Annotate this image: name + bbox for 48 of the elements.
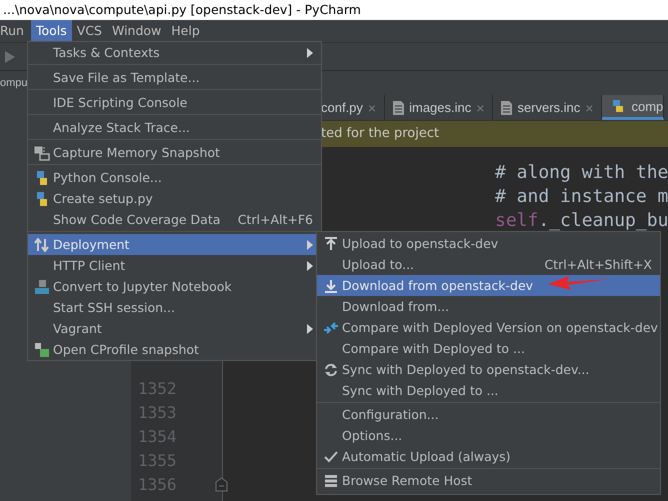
code-line: self._cleanup_bu [495,209,668,233]
menu-bar-item[interactable]: Window [106,20,166,42]
python-icon [34,170,50,186]
upload-icon [324,236,338,250]
download-icon [324,278,338,292]
menu-item[interactable]: Download from openstack-dev [317,275,660,296]
menu-bar-item[interactable]: Tools [30,20,72,42]
checkmark-icon [324,450,338,462]
notification-text: ted for the project [321,126,440,141]
menu-item[interactable]: Download from... [317,296,660,317]
python-icon [34,190,50,206]
menu-item[interactable]: Create setup.py [28,188,321,209]
run-icon[interactable] [4,50,16,64]
menu-item[interactable]: Analyze Stack Trace... [28,117,321,138]
menu-bar-item[interactable]: Help [166,20,205,42]
menu-item[interactable]: Sync with Deployed to openstack-dev... [317,359,660,380]
menu-bar-item[interactable]: Run [0,20,29,42]
notebook-icon [34,278,50,294]
server-icon [324,474,338,488]
menu-item[interactable]: Upload to... Ctrl+Alt+Shift+X [317,254,660,275]
editor-tab[interactable]: images.inc × [385,95,494,120]
menu-item[interactable]: IDE Scripting Console [28,92,321,113]
code-line: # along with the [495,161,668,185]
compare-icon [323,320,339,336]
menu-item[interactable]: Browse Remote Host [317,470,660,491]
arrow-annotation [547,273,611,291]
file-icon [501,100,512,114]
memory-icon [34,144,50,160]
menu-item[interactable]: Save File as Template... [28,67,321,88]
menu-item[interactable]: Configuration... [317,404,660,425]
menu-item[interactable]: Automatic Upload (always) [317,446,660,467]
profile-icon [34,342,50,358]
up-down-arrows-icon [34,238,50,252]
editor-tab[interactable]: comp [602,95,664,120]
code-line: # and instance m [495,185,668,209]
file-icon [393,100,404,114]
window-title: ...\nova\nova\compute\api.py [openstack-dev] - PyCharm [3,2,361,17]
menu-item[interactable]: Show Code Coverage Data Ctrl+Alt+F6 [28,209,321,230]
menu-item[interactable]: Capture Memory Snapshot [28,142,321,163]
menu-item[interactable]: Python Console... [28,167,321,188]
menu-item[interactable]: Compare with Deployed to ... [317,338,660,359]
menu-bar-item[interactable]: VCS [72,20,107,42]
sync-icon [324,362,338,376]
menu-item[interactable]: Compare with Deployed Version on openstack-dev [317,317,660,338]
menu-item[interactable]: Sync with Deployed to ... [317,380,660,401]
fold-icon[interactable] [215,477,228,492]
menu-item[interactable]: Options... [317,425,660,446]
breadcrumb[interactable]: ompu [0,77,28,89]
